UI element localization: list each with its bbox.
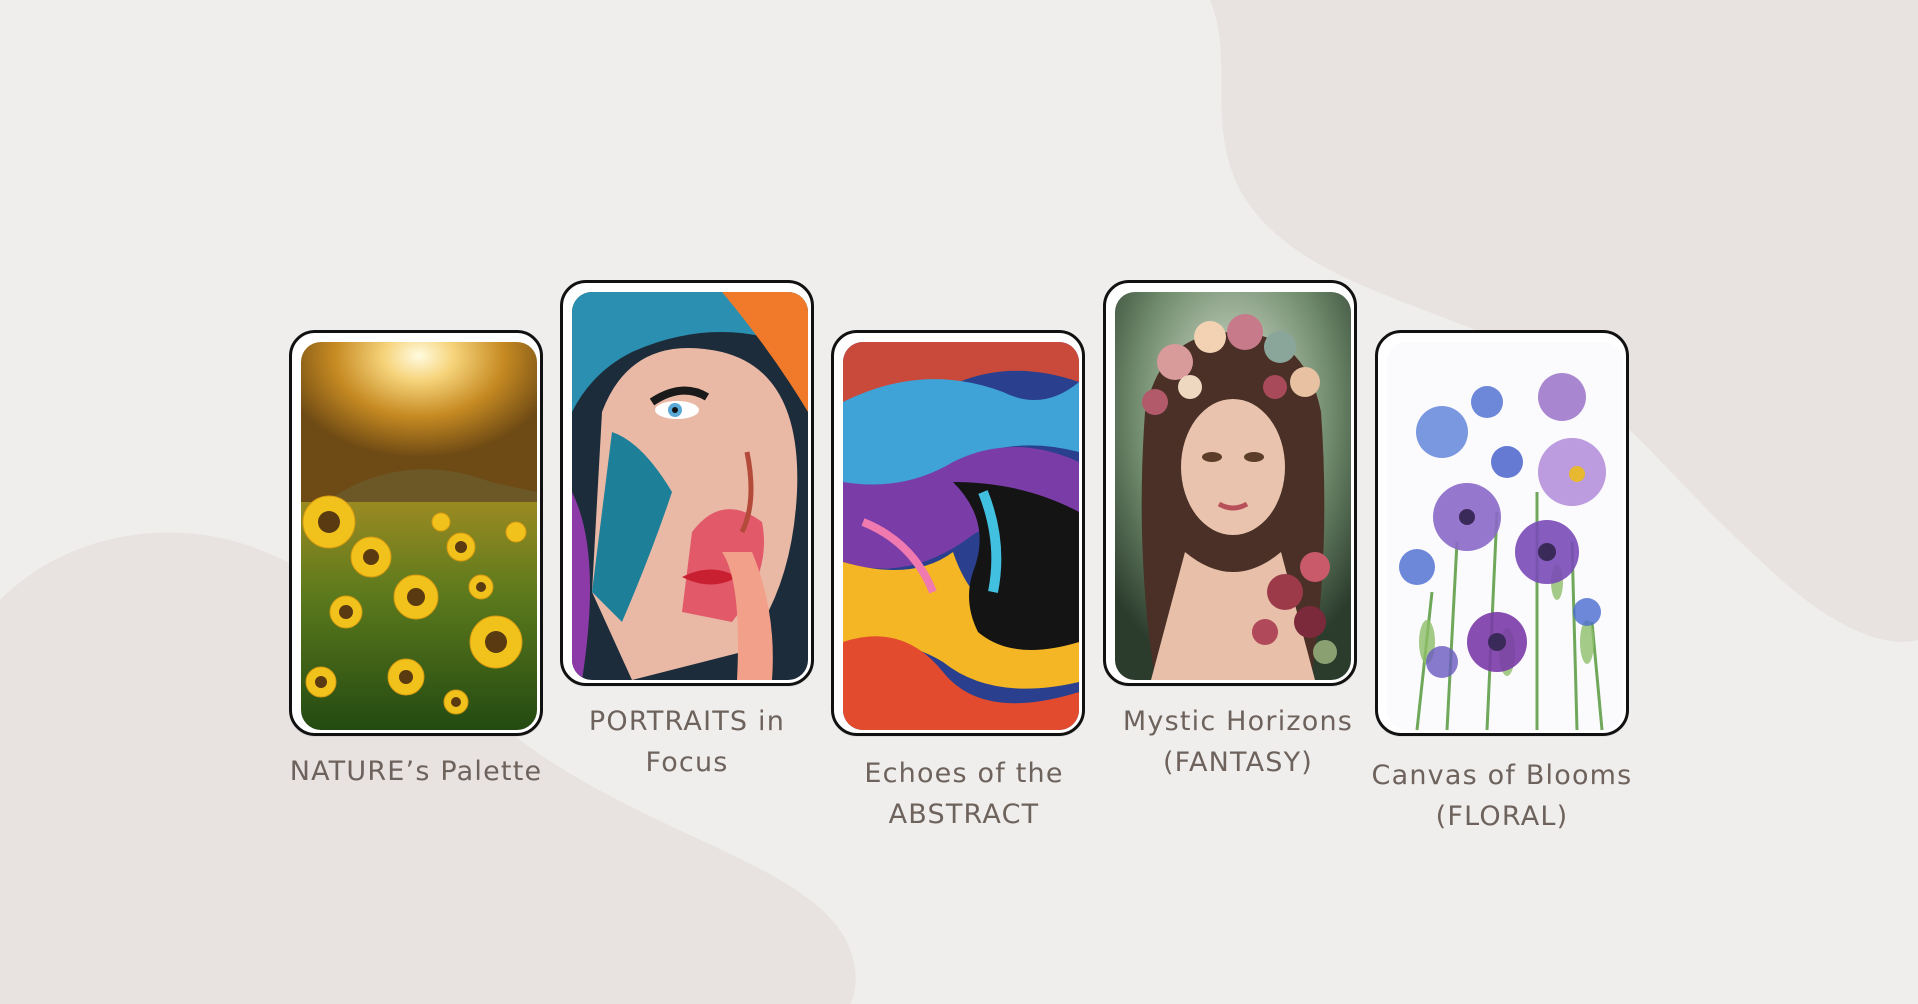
gallery-card-floral[interactable] [1375, 330, 1629, 736]
card-frame [289, 330, 543, 736]
card-frame [831, 330, 1085, 736]
abstract-painting-image [843, 342, 1079, 730]
watercolor-flowers-image [1387, 342, 1623, 730]
card-frame [1375, 330, 1629, 736]
card-caption-fantasy[interactable]: Mystic Horizons (FANTASY) [1088, 701, 1388, 783]
card-caption-portraits[interactable]: PORTRAITS in Focus [537, 701, 837, 783]
gallery-card-abstract[interactable] [831, 330, 1085, 736]
gallery-card-nature[interactable] [289, 330, 543, 736]
sunflower-field-image [301, 342, 537, 730]
portrait-painting-image [572, 292, 808, 680]
card-frame [560, 280, 814, 686]
card-caption-nature[interactable]: NATURE’s Palette [266, 751, 566, 792]
gallery-card-fantasy[interactable] [1103, 280, 1357, 686]
card-caption-abstract[interactable]: Echoes of the ABSTRACT [814, 753, 1114, 835]
gallery-card-portraits[interactable] [560, 280, 814, 686]
fantasy-portrait-image [1115, 292, 1351, 680]
card-caption-floral[interactable]: Canvas of Blooms (FLORAL) [1352, 755, 1652, 837]
card-frame [1103, 280, 1357, 686]
